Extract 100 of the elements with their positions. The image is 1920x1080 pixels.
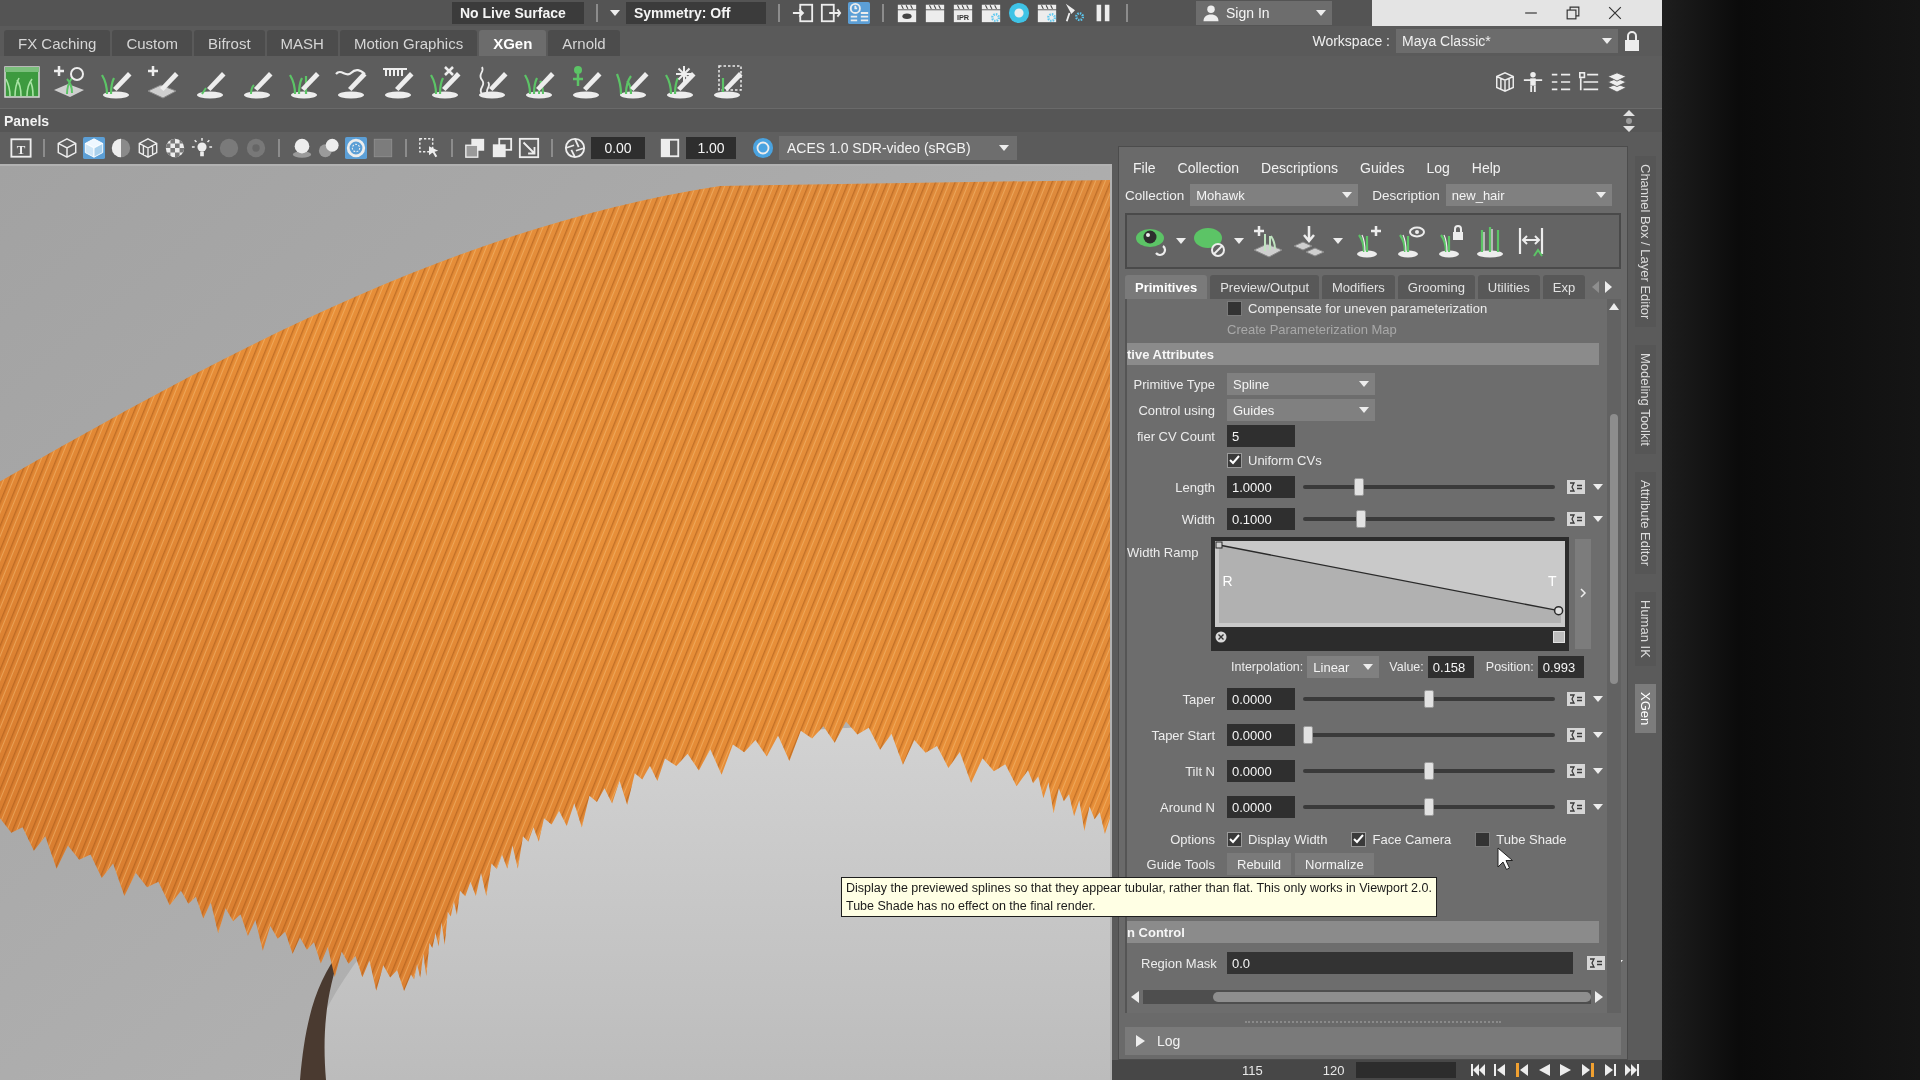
symmetry-field[interactable]: Symmetry: Off <box>626 2 766 24</box>
attribute-slider[interactable] <box>1303 510 1555 528</box>
add-tile-brush-icon[interactable] <box>145 64 181 100</box>
scroll-arrows-icon[interactable] <box>1622 109 1636 132</box>
menu-item[interactable]: File <box>1133 160 1156 176</box>
attribute-dropdown[interactable]: Guides <box>1227 399 1375 421</box>
attribute-field[interactable]: 0.0000 <box>1227 796 1295 818</box>
clapperboard-icon[interactable] <box>924 2 946 24</box>
panels-menu[interactable]: Panels <box>4 112 50 129</box>
two-spheres-icon[interactable] <box>318 137 340 159</box>
attribute-dropdown[interactable]: Spline <box>1227 373 1375 395</box>
close-icon[interactable] <box>1608 6 1622 20</box>
menu-item[interactable]: Descriptions <box>1261 160 1339 176</box>
caret-down-icon[interactable] <box>1234 238 1244 244</box>
attribute-slider[interactable] <box>1303 690 1555 708</box>
half-shaded-sphere-icon[interactable] <box>110 137 132 159</box>
expression-editor-icon[interactable] <box>1567 764 1585 778</box>
side-tab[interactable]: Attribute Editor <box>1634 472 1656 575</box>
expression-editor-icon[interactable] <box>1587 956 1605 970</box>
ring-disc-icon[interactable] <box>1008 2 1030 24</box>
stacked-squares-icon[interactable] <box>491 137 513 159</box>
ramp-end-key-icon[interactable] <box>1552 631 1565 643</box>
checkbox[interactable] <box>1227 300 1242 316</box>
caret-down-icon[interactable] <box>610 10 620 16</box>
half-square-icon[interactable] <box>659 137 681 159</box>
checkbox[interactable] <box>1351 831 1367 847</box>
caret-down-icon[interactable] <box>1363 664 1374 670</box>
caret-down-icon[interactable] <box>999 145 1009 151</box>
attribute-slider[interactable] <box>1303 798 1555 816</box>
slider-thumb[interactable] <box>1303 726 1313 744</box>
caret-down-icon[interactable] <box>1593 516 1603 522</box>
cube-grid-icon[interactable] <box>1494 71 1516 93</box>
lamp-gear-icon[interactable] <box>1064 2 1086 24</box>
vertical-scrollbar[interactable] <box>1607 299 1621 1013</box>
checkbox[interactable] <box>1227 831 1242 847</box>
section-header[interactable]: tive Attributes <box>1127 343 1599 365</box>
shelf-tab[interactable]: Bifrost <box>194 30 265 56</box>
skip-back-icon[interactable] <box>1470 1062 1487 1078</box>
letter-box-icon[interactable]: T <box>10 137 32 159</box>
aperture-icon[interactable] <box>564 137 586 159</box>
caret-down-icon[interactable] <box>1593 732 1603 738</box>
collection-dropdown[interactable]: Mohawk <box>1190 184 1359 206</box>
caret-down-icon[interactable] <box>1593 804 1603 810</box>
expression-editor-icon[interactable] <box>1567 512 1585 526</box>
attribute-field[interactable]: 5 <box>1227 425 1295 447</box>
caret-down-icon[interactable] <box>1593 484 1603 490</box>
caret-down-icon[interactable] <box>1316 10 1326 16</box>
live-surface-field[interactable]: No Live Surface <box>452 2 584 24</box>
panel-tab[interactable]: Modifiers <box>1322 275 1395 299</box>
workspace-dropdown[interactable]: Maya Classic* <box>1396 29 1618 53</box>
color-space-dropdown[interactable]: ACES 1.0 SDR-video (sRGB) <box>779 136 1017 160</box>
checkbox[interactable] <box>1227 452 1242 468</box>
clapperboard-eye-icon[interactable] <box>896 2 918 24</box>
horizontal-scrollbar[interactable] <box>1143 990 1591 1004</box>
caret-down-icon[interactable] <box>1593 696 1603 702</box>
section-header[interactable]: n Control <box>1127 921 1599 943</box>
grass-patch-icon[interactable] <box>4 64 40 100</box>
attribute-field[interactable]: 1.0000 <box>1227 476 1295 498</box>
snowflake-brush-icon[interactable] <box>662 64 698 100</box>
attribute-field[interactable]: 0.1000 <box>1227 508 1295 530</box>
menu-item[interactable]: Collection <box>1177 160 1240 176</box>
exposure-field[interactable]: 0.00 <box>591 137 645 159</box>
figure-icon[interactable] <box>1522 71 1544 93</box>
panel-tab[interactable]: Utilities <box>1477 275 1540 299</box>
attribute-field[interactable]: 0.0000 <box>1227 724 1295 746</box>
clapperboard-gear-icon[interactable] <box>980 2 1002 24</box>
menu-item[interactable]: Guides <box>1360 160 1405 176</box>
list-panel-icon[interactable] <box>1578 71 1600 93</box>
panel-tab[interactable]: Grooming <box>1397 275 1475 299</box>
clapperboard-gear-icon[interactable] <box>1036 2 1058 24</box>
add-blades-tile-icon[interactable] <box>1251 224 1285 258</box>
slider-thumb[interactable] <box>1424 690 1434 708</box>
list-panel-icon[interactable] <box>1550 71 1572 93</box>
menu-item[interactable]: Log <box>1426 160 1450 176</box>
caret-down-icon[interactable] <box>1593 768 1603 774</box>
expression-editor-icon[interactable] <box>1567 480 1585 494</box>
guide-tool-button[interactable]: Rebuild <box>1227 853 1292 875</box>
description-dropdown[interactable]: new_hair <box>1445 184 1612 206</box>
overlapping-squares-icon[interactable] <box>464 137 486 159</box>
caret-down-icon[interactable] <box>1333 238 1343 244</box>
shelf-tab[interactable]: XGen <box>479 30 547 56</box>
slider-thumb[interactable] <box>1356 510 1367 528</box>
scroll-up-icon[interactable] <box>1609 303 1619 310</box>
color-management-icon[interactable] <box>752 137 774 159</box>
shelf-tab[interactable]: Arnold <box>548 30 620 56</box>
skip-forward-icon[interactable] <box>1624 1062 1641 1078</box>
wireframe-cube-icon[interactable] <box>56 137 78 159</box>
layers-icon[interactable] <box>1606 71 1628 93</box>
caret-down-icon[interactable] <box>1595 192 1606 198</box>
ramp-key-icon[interactable] <box>1215 541 1223 549</box>
step-forward-icon[interactable] <box>1602 1062 1619 1078</box>
checkbox[interactable] <box>1475 831 1491 847</box>
expression-editor-icon[interactable] <box>1567 728 1585 742</box>
scrollbar-thumb[interactable] <box>1213 992 1591 1002</box>
menu-item[interactable]: Help <box>1471 160 1501 176</box>
tab-scroll-right-icon[interactable] <box>1605 281 1613 293</box>
ramp-delete-key-icon[interactable] <box>1214 631 1227 643</box>
expression-editor-icon[interactable] <box>1567 800 1585 814</box>
caret-down-icon[interactable] <box>1359 407 1369 413</box>
scroll-right-icon[interactable] <box>1595 991 1603 1003</box>
